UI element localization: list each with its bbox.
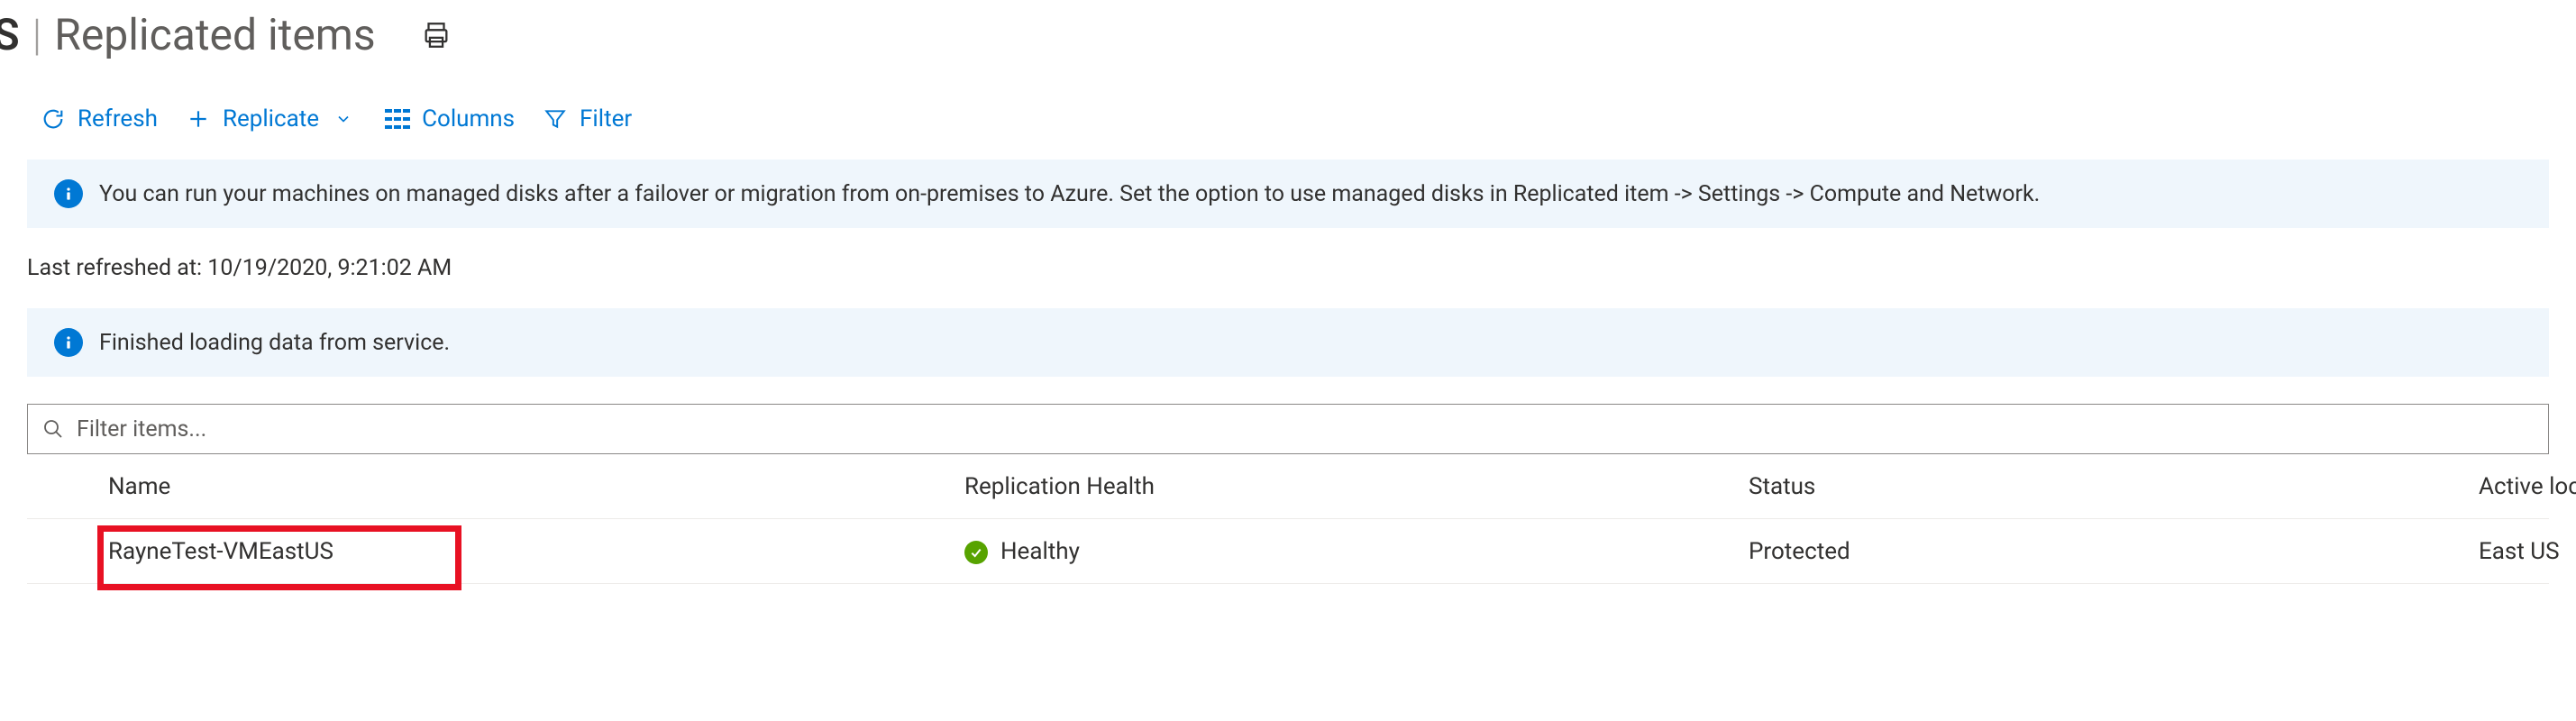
- table-header-row: Name Replication Health Status Active lo…: [27, 454, 2549, 519]
- replicate-button[interactable]: Replicate: [185, 105, 357, 132]
- info-icon: [54, 179, 83, 208]
- info-icon: [54, 328, 83, 357]
- command-bar: Refresh Replicate: [0, 78, 2576, 160]
- cell-status: Protected: [1676, 522, 2407, 581]
- columns-label: Columns: [422, 105, 515, 132]
- active-location-value: East US: [2479, 538, 2560, 565]
- chevron-down-icon: [330, 105, 357, 132]
- info-banner-text: You can run your machines on managed dis…: [99, 181, 2040, 207]
- table-row[interactable]: RayneTest-VMEastUS Healthy Protected Eas…: [27, 519, 2549, 584]
- page-header: stUS | Replicated items: [0, 0, 2576, 78]
- filter-items-box[interactable]: [27, 404, 2549, 454]
- col-header-active-location[interactable]: Active locati: [2407, 457, 2576, 516]
- info-banner-text: Finished loading data from service.: [99, 330, 450, 356]
- search-icon: [42, 418, 64, 440]
- last-refreshed-label: Last refreshed at:: [27, 255, 207, 281]
- header-separator: |: [20, 9, 55, 60]
- cell-active-location: East US: [2407, 522, 2560, 581]
- vault-name-suffix: stUS: [0, 9, 20, 60]
- col-header-name[interactable]: Name: [27, 457, 892, 516]
- cell-replication-health: Healthy: [892, 522, 1676, 581]
- print-icon[interactable]: [421, 20, 452, 50]
- success-icon: [964, 541, 988, 564]
- columns-button[interactable]: Columns: [384, 105, 515, 132]
- last-refreshed: Last refreshed at: 10/19/2020, 9:21:02 A…: [0, 255, 2576, 308]
- refresh-icon: [40, 105, 67, 132]
- refresh-label: Refresh: [78, 105, 158, 132]
- replicated-items-table: Name Replication Health Status Active lo…: [27, 454, 2549, 584]
- filter-items-input[interactable]: [75, 415, 2534, 443]
- cell-name[interactable]: RayneTest-VMEastUS: [27, 522, 892, 581]
- item-name: RayneTest-VMEastUS: [108, 538, 333, 565]
- plus-icon: [185, 105, 212, 132]
- last-refreshed-value: 10/19/2020, 9:21:02 AM: [207, 255, 452, 281]
- info-banner-loaded: Finished loading data from service.: [27, 308, 2549, 377]
- replicate-label: Replicate: [223, 105, 319, 132]
- columns-icon: [384, 105, 411, 132]
- filter-button[interactable]: Filter: [542, 105, 632, 132]
- refresh-button[interactable]: Refresh: [40, 105, 158, 132]
- filter-label: Filter: [580, 105, 632, 132]
- info-banner-managed-disks: You can run your machines on managed dis…: [27, 160, 2549, 228]
- funnel-icon: [542, 105, 569, 132]
- status-value: Protected: [1749, 538, 1850, 565]
- page-title: Replicated items: [54, 9, 375, 60]
- col-header-replication-health[interactable]: Replication Health: [892, 457, 1676, 516]
- replication-health-value: Healthy: [1000, 538, 1080, 565]
- col-header-status[interactable]: Status: [1676, 457, 2407, 516]
